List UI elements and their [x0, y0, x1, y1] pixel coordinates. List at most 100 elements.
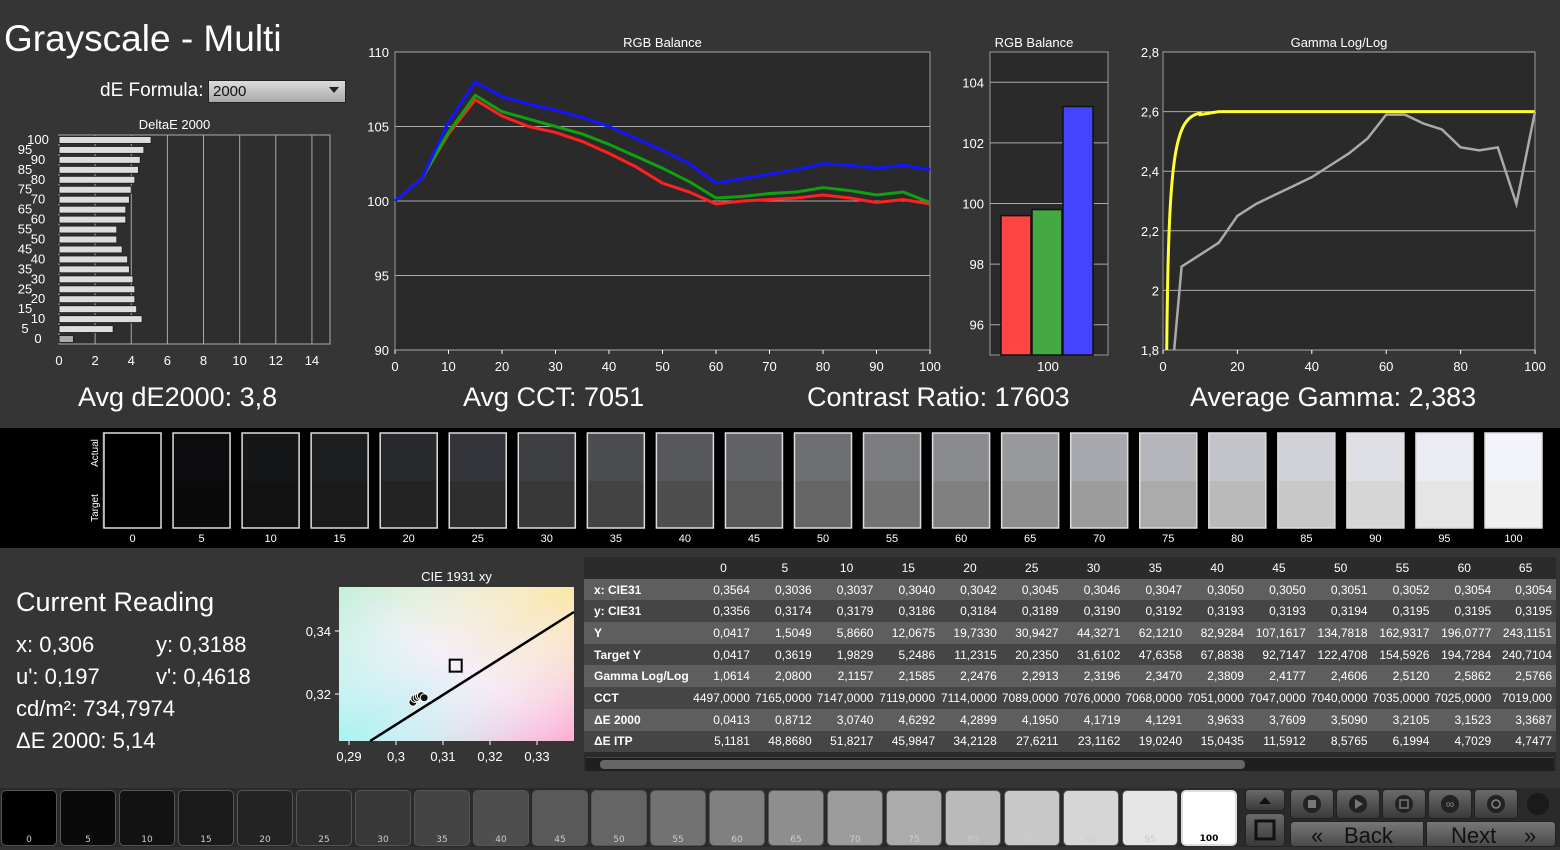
- table-cell: 0,3190: [1083, 604, 1121, 619]
- y-tick-label: 30: [31, 271, 45, 286]
- de-formula-label: dE Formula:: [100, 80, 204, 101]
- patch-label: 80: [967, 835, 979, 845]
- column-header: 40: [1210, 560, 1224, 575]
- table-cell: 134,7818: [1317, 625, 1368, 640]
- table-corner-cell: [584, 557, 693, 579]
- patch-button[interactable]: 75: [886, 790, 942, 846]
- patch-button[interactable]: 40: [473, 790, 529, 846]
- back-button[interactable]: « Back: [1290, 821, 1424, 848]
- x-tick-label: 0,29: [336, 749, 361, 764]
- table-cell: 1,0614: [713, 669, 750, 684]
- table-cell: 0,3192: [1145, 604, 1183, 619]
- target-swatch: [173, 481, 231, 528]
- patch-button[interactable]: 85: [1004, 790, 1060, 846]
- stop-button[interactable]: [1290, 789, 1334, 819]
- actual-row-label: Actual: [90, 439, 101, 467]
- play-button[interactable]: [1336, 789, 1380, 819]
- deltae-bar: [58, 285, 136, 294]
- patch-button[interactable]: 35: [414, 790, 470, 846]
- patch-label: 95: [1144, 835, 1156, 845]
- swatch-label: 25: [472, 533, 484, 545]
- cie-chart: CIE 1931 xy 0,29 0,3 0,31 0,32 0,33 0,32 0,34: [306, 569, 575, 764]
- stop-square-button[interactable]: [1245, 813, 1285, 847]
- x-tick-label: 10: [232, 353, 246, 368]
- patch-button[interactable]: 50: [591, 790, 647, 846]
- up-arrow-button[interactable]: [1245, 789, 1285, 811]
- row-header: Gamma Log/Log: [594, 669, 689, 684]
- y-tick-label: 95: [375, 269, 389, 284]
- patch-button[interactable]: 15: [178, 790, 234, 846]
- reading-v: v': 0,4618: [156, 664, 251, 689]
- patch-button[interactable]: 70: [827, 790, 883, 846]
- table-row: ΔE 2000 0,0413 0,8712 3,0740 4,6292 4,2899 4,1…: [584, 708, 1556, 731]
- patch-button[interactable]: 80: [945, 790, 1001, 846]
- column-header: 5: [781, 560, 789, 575]
- table-cell: 67,8838: [1200, 647, 1244, 662]
- table-scrollbar[interactable]: [586, 757, 1554, 771]
- table-cell: 4497,0000: [693, 690, 750, 705]
- table-cell: 0,3356: [713, 604, 750, 619]
- x-tick-label: 0,3: [387, 749, 405, 764]
- patch-label: 100: [1199, 834, 1219, 844]
- patch-button[interactable]: 90: [1063, 790, 1119, 846]
- patch-button[interactable]: 95: [1122, 790, 1178, 846]
- patch-button[interactable]: 25: [296, 790, 352, 846]
- actual-swatch: [104, 433, 161, 481]
- patch-button[interactable]: 55: [650, 790, 706, 846]
- patch-button[interactable]: 60: [709, 790, 765, 846]
- de-formula-select[interactable]: 2000: [208, 80, 346, 103]
- table-cell: 3,5090: [1330, 712, 1368, 727]
- patch-button[interactable]: 10: [119, 790, 175, 846]
- table-cell: 2,5120: [1392, 669, 1430, 684]
- patch-button[interactable]: 65: [768, 790, 824, 846]
- table-cell: 8,5765: [1330, 734, 1368, 749]
- deltae-bar: [58, 175, 136, 184]
- target-swatch: [1415, 481, 1473, 528]
- loop-button[interactable]: ∞: [1428, 789, 1472, 819]
- red-bar: [1000, 214, 1032, 356]
- table-cell: 3,0740: [836, 712, 874, 727]
- table-cell: 19,7330: [953, 625, 997, 640]
- table-cell: 0,3189: [1021, 604, 1059, 619]
- x-tick-label: 0,32: [477, 749, 502, 764]
- patch-button[interactable]: 20: [237, 790, 293, 846]
- scrollbar-thumb[interactable]: [600, 760, 1245, 769]
- table-cell: 3,7609: [1269, 712, 1306, 727]
- patch-button[interactable]: 5: [60, 790, 116, 846]
- actual-swatch: [173, 433, 231, 481]
- page-title: Grayscale - Multi: [4, 18, 282, 59]
- deltae-bar: [58, 275, 134, 284]
- patch-button[interactable]: 45: [532, 790, 588, 846]
- reading-u: u': 0,197: [16, 664, 100, 689]
- y-tick-label: 98: [970, 257, 984, 272]
- deltae-bar: [58, 185, 132, 194]
- y-tick-label: 90: [31, 152, 45, 167]
- table-cell: 0,3179: [836, 604, 874, 619]
- patch-button[interactable]: 100: [1181, 790, 1237, 846]
- patch-button[interactable]: 0: [1, 790, 57, 846]
- patch-button[interactable]: 30: [355, 790, 411, 846]
- row-header: CCT: [594, 690, 619, 705]
- table-cell: 7051,0000: [1187, 690, 1244, 705]
- table-cell: 7035,0000: [1372, 690, 1430, 705]
- refresh-button[interactable]: [1474, 789, 1518, 819]
- next-button[interactable]: Next »: [1426, 821, 1556, 848]
- table-cell: 0,3194: [1330, 604, 1368, 619]
- y-tick-label: 105: [367, 120, 389, 135]
- rgb-line-chart-title: RGB Balance: [623, 35, 702, 50]
- column-header: 15: [901, 560, 915, 575]
- table-cell: 92,7147: [1262, 647, 1306, 662]
- target-swatch: [449, 481, 507, 528]
- column-header: 35: [1148, 560, 1162, 575]
- x-tick-label: 12: [269, 353, 283, 368]
- svg-text:∞: ∞: [1446, 797, 1455, 811]
- table-cell: 15,0435: [1200, 734, 1244, 749]
- table-header-row: 0 5 10 15 20 25 30 35 40 45 50 55 60 65: [584, 557, 1556, 579]
- table-cell: 0,3045: [1021, 582, 1059, 597]
- step-button[interactable]: [1382, 789, 1426, 819]
- table-cell: 0,3564: [713, 582, 750, 597]
- patch-label: 60: [731, 835, 743, 845]
- table-cell: 19,0240: [1138, 734, 1183, 749]
- target-swatch: [311, 481, 369, 528]
- double-chevron-left-icon: «: [1311, 823, 1324, 848]
